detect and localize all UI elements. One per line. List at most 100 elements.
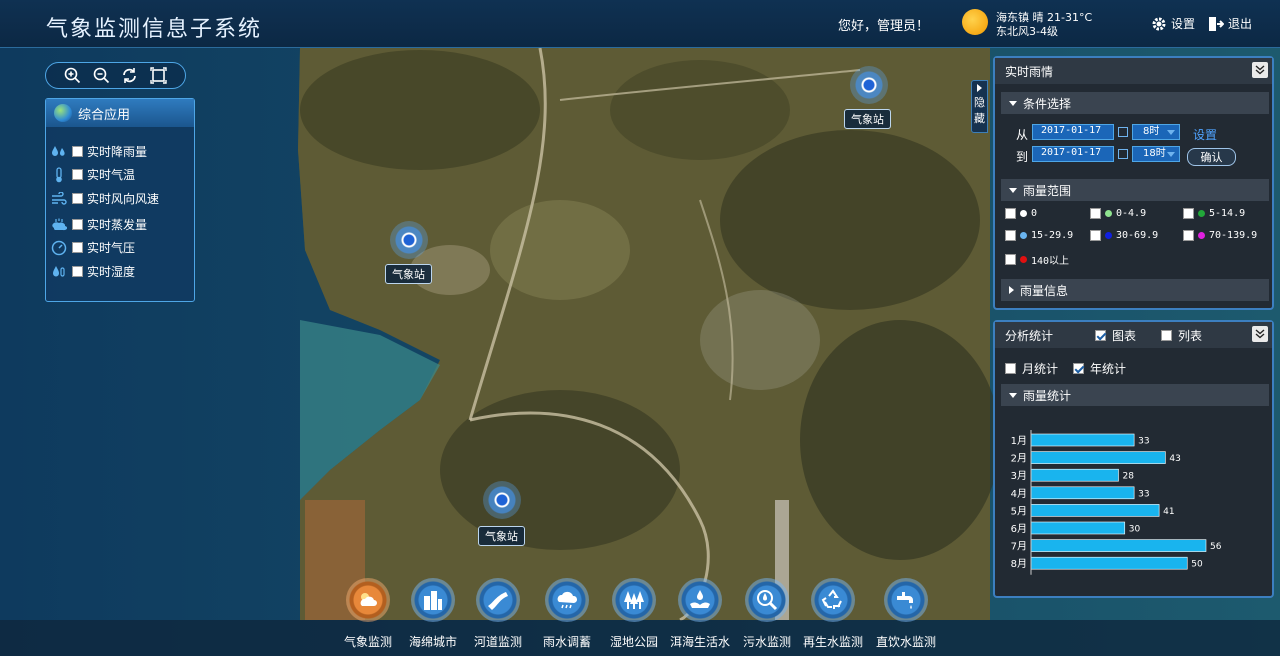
rain-range-item[interactable]: 0 (1005, 208, 1037, 219)
to-hour-select[interactable]: 18时 (1132, 146, 1180, 162)
chart-checkbox[interactable] (1095, 330, 1106, 341)
category-tick-label: 5月 (1011, 505, 1027, 517)
rainfall-bar[interactable] (1030, 433, 1135, 447)
full-extent-icon[interactable] (149, 66, 169, 86)
wind-icon (50, 191, 68, 207)
yearly-stat-option[interactable]: 年统计 (1073, 360, 1126, 377)
zoom-out-icon[interactable] (91, 66, 111, 86)
rain-range-item[interactable]: 30-69.9 (1090, 230, 1158, 241)
range-checkbox[interactable] (1090, 230, 1101, 241)
rainfall-bar[interactable] (1030, 556, 1188, 570)
calendar-icon[interactable] (1118, 127, 1128, 137)
nav-label: 直饮水监测 (875, 635, 936, 649)
user-greeting: 您好，管理员！ (838, 19, 930, 34)
rain-range-item[interactable]: 15-29.9 (1005, 230, 1073, 241)
range-checkbox[interactable] (1183, 230, 1194, 241)
rain-range-item[interactable]: 70-139.9 (1183, 230, 1257, 241)
section-title: 条件选择 (1023, 96, 1072, 111)
layer-label: 实时风向风速 (87, 192, 160, 206)
rainfall-bar[interactable] (1030, 468, 1119, 482)
set-link[interactable]: 设置 (1193, 126, 1217, 143)
layer-checkbox[interactable] (72, 193, 83, 204)
category-tick-label: 2月 (1011, 453, 1027, 465)
rainfall-bar[interactable] (1030, 521, 1126, 535)
range-checkbox[interactable] (1183, 208, 1194, 219)
bar-value-label: 28 (1123, 472, 1135, 482)
calendar-icon[interactable] (1118, 149, 1128, 159)
category-tick-label: 6月 (1011, 523, 1027, 535)
nav-label: 再生水监测 (802, 635, 863, 649)
layer-toggle[interactable]: 实时风向风速 (50, 190, 159, 207)
to-date-input[interactable]: 2017-01-17 (1032, 146, 1114, 162)
confirm-button[interactable]: 确认 (1187, 148, 1236, 166)
range-section-header[interactable]: 雨量范围 (1001, 179, 1269, 201)
nav-button[interactable]: 直饮水监测 (866, 578, 946, 656)
rain-range-item[interactable]: 0-4.9 (1090, 208, 1146, 219)
layer-toggle[interactable]: 实时湿度 (50, 263, 135, 280)
range-label: 5-14.9 (1209, 208, 1246, 219)
monthly-checkbox[interactable] (1005, 363, 1016, 374)
layer-checkbox[interactable] (72, 266, 83, 277)
layer-toggle[interactable]: 实时气温 (50, 166, 135, 183)
logout-button[interactable]: 退出 (1208, 15, 1252, 32)
layer-toggle[interactable]: 实时降雨量 (50, 143, 147, 160)
monthly-stat-option[interactable]: 月统计 (1005, 360, 1058, 377)
range-color-dot (1198, 210, 1205, 217)
layer-checkbox[interactable] (72, 219, 83, 230)
chart-option-label: 图表 (1112, 329, 1137, 343)
analysis-stats-panel: 分析统计 图表 列表 月统计 年统计 雨量统计 1月 33 2月 43 3月 28 4月 33… (993, 320, 1274, 598)
rainfall-bar[interactable] (1030, 504, 1160, 517)
refresh-icon[interactable] (120, 66, 140, 86)
category-tick-label: 4月 (1011, 488, 1027, 500)
range-checkbox[interactable] (1005, 254, 1016, 265)
range-label: 15-29.9 (1031, 230, 1074, 241)
rainfall-bar[interactable] (1030, 486, 1135, 500)
condition-section-header[interactable]: 条件选择 (1001, 92, 1269, 114)
zoom-in-icon[interactable] (62, 66, 82, 86)
rain-cloud-icon (545, 578, 589, 622)
from-hour-select[interactable]: 8时 (1132, 124, 1180, 140)
section-title: 雨量范围 (1023, 183, 1072, 198)
list-checkbox[interactable] (1161, 330, 1172, 341)
collapse-chevron-icon[interactable] (1252, 62, 1268, 78)
yearly-checkbox[interactable] (1073, 363, 1084, 374)
collapse-triangle-icon (1009, 100, 1017, 106)
range-checkbox[interactable] (1005, 208, 1016, 219)
nav-button[interactable]: 再生水监测 (793, 578, 873, 656)
layer-label: 实时气压 (87, 241, 136, 255)
nav-button[interactable]: 河道监测 (458, 578, 538, 656)
layer-checkbox[interactable] (72, 146, 83, 157)
rainfall-bar[interactable] (1030, 539, 1207, 552)
range-checkbox[interactable] (1090, 208, 1101, 219)
rain-stat-section-header[interactable]: 雨量统计 (1001, 384, 1269, 406)
rain-range-item[interactable]: 140以上 (1005, 252, 1069, 267)
collapse-chevron-icon[interactable] (1252, 326, 1268, 342)
collapse-triangle-icon (1009, 187, 1017, 193)
station-pin-icon (850, 66, 888, 104)
list-view-option[interactable]: 列表 (1161, 327, 1202, 344)
range-color-dot (1105, 232, 1112, 239)
layer-toggle[interactable]: 实时气压 (50, 239, 135, 256)
layer-checkbox[interactable] (72, 242, 83, 253)
rain-info-section-header[interactable]: 雨量信息 (1001, 279, 1269, 301)
range-label: 140以上 (1031, 256, 1070, 267)
trees-icon (612, 578, 656, 622)
faucet-icon (884, 578, 928, 622)
from-date-input[interactable]: 2017-01-17 (1032, 124, 1114, 140)
layer-label: 实时降雨量 (87, 145, 148, 159)
app-header: 气象监测信息子系统 您好，管理员！ 海东镇 晴 21-31°C 东北风3-4级 … (0, 0, 1280, 48)
range-checkbox[interactable] (1005, 230, 1016, 241)
settings-button[interactable]: 设置 (1151, 15, 1195, 32)
hide-panel-tab[interactable]: 隐 藏 (971, 80, 988, 133)
rain-range-item[interactable]: 5-14.9 (1183, 208, 1245, 219)
chart-view-option[interactable]: 图表 (1095, 327, 1136, 344)
rainfall-bar-chart: 1月 33 2月 43 3月 28 4月 33 5月 41 6月 30 7月 56 8月 50 (1011, 430, 1222, 575)
layer-label: 实时蒸发量 (87, 218, 148, 232)
layer-checkbox[interactable] (72, 169, 83, 180)
bar-value-label: 56 (1210, 542, 1222, 552)
range-label: 0-4.9 (1116, 208, 1147, 219)
station-pin-icon (483, 481, 521, 519)
layer-toggle[interactable]: 实时蒸发量 (50, 216, 147, 233)
rainfall-bar[interactable] (1030, 451, 1166, 464)
panel-header: 分析统计 图表 列表 (995, 322, 1272, 348)
